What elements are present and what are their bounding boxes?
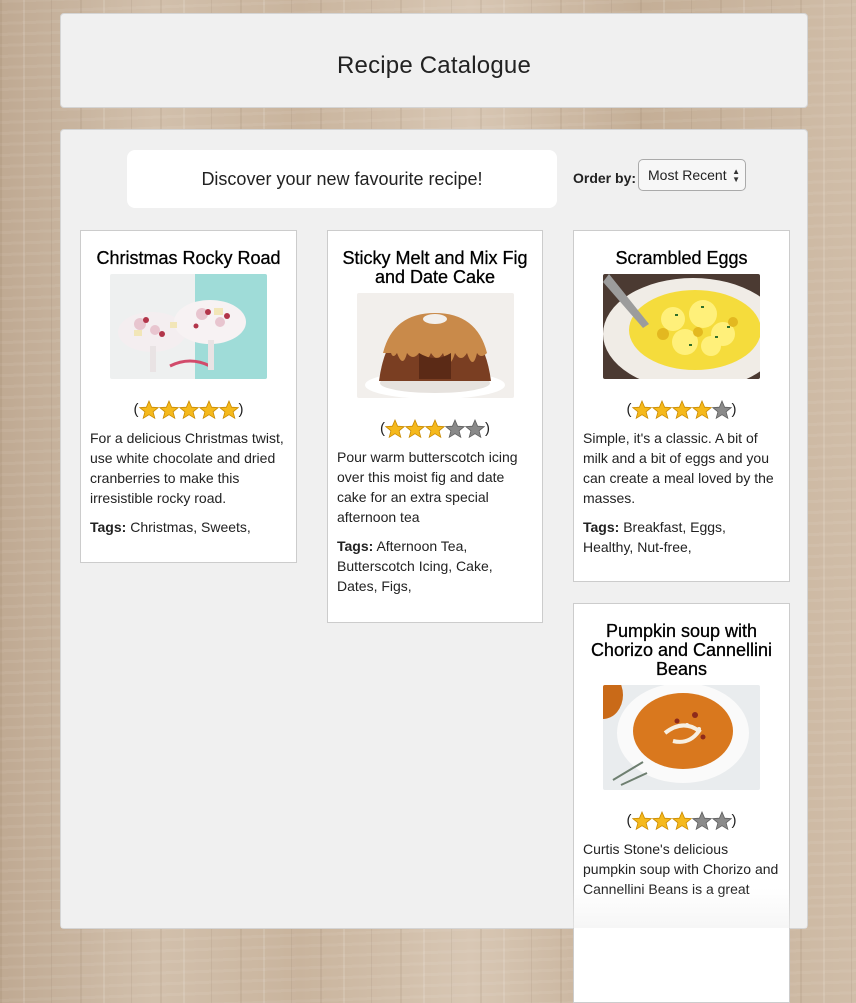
gold-star-icon [198,399,219,419]
header-panel: Recipe Catalogue [60,13,808,108]
recipe-tags: Tags: Breakfast, Eggs, Healthy, Nut-free… [583,517,780,557]
recipe-tags: Tags: Afternoon Tea, Butterscotch Icing,… [337,536,533,596]
gold-star-icon [671,810,692,830]
gold-star-icon [651,810,672,830]
gold-star-icon [671,399,692,419]
recipe-card[interactable]: Sticky Melt and Mix Fig and Date Cake ()… [327,230,543,623]
order-by-select[interactable]: Most Recent ▲ ▼ [638,159,746,191]
gold-star-icon [405,418,425,438]
grey-star-icon [691,810,712,830]
order-by-label: Order by: [573,170,637,186]
tags-label: Tags: [337,538,374,554]
gold-star-icon [651,399,672,419]
gold-star-icon [138,399,159,419]
gold-star-icon [218,399,239,419]
gold-star-icon [158,399,179,419]
tags-label: Tags: [583,519,620,535]
recipe-card[interactable]: Pumpkin soup with Chorizo and Cannellini… [573,603,790,1003]
recipe-title[interactable]: Christmas Rocky Road [90,248,287,268]
star-rating: () [583,810,780,831]
gold-star-icon [691,399,712,419]
recipe-description: For a delicious Christmas twist, use whi… [90,430,284,506]
star-rating: () [583,399,780,420]
recipe-image-rocky-road[interactable] [110,274,267,379]
grey-star-icon [465,418,485,438]
main-panel: Discover your new favourite recipe! Orde… [60,129,808,1003]
rating-close-paren: ) [238,401,244,418]
recipe-title[interactable]: Sticky Melt and Mix Fig and Date Cake [337,248,533,287]
recipe-image-fig-date-cake[interactable] [356,293,514,398]
recipe-image-pumpkin-soup[interactable] [603,685,760,790]
recipe-title[interactable]: Pumpkin soup with Chorizo and Cannellini… [583,621,780,679]
rating-close-paren: ) [731,812,737,829]
gold-star-icon [425,418,445,438]
tags-label: Tags: [90,519,127,535]
grey-star-icon [711,399,732,419]
recipe-tags: Tags: Christmas, Sweets, [90,517,287,537]
bottom-fade [61,888,807,928]
star-rating: () [90,399,287,420]
tags-list: Christmas, Sweets, [130,519,251,535]
recipe-description: Pour warm butterscotch icing over this m… [337,449,518,525]
recipe-card[interactable]: Christmas Rocky Road () For a delicious … [80,230,297,563]
up-down-arrows-icon: ▲ ▼ [732,167,740,184]
grey-star-icon [445,418,465,438]
recipe-title[interactable]: Scrambled Eggs [583,248,780,268]
recipe-description: Simple, it's a classic. A bit of milk an… [583,430,774,506]
gold-star-icon [631,399,652,419]
star-rating: () [337,418,533,439]
banner: Discover your new favourite recipe! [127,150,557,208]
rating-close-paren: ) [485,420,490,437]
grey-star-icon [711,810,732,830]
gold-star-icon [631,810,652,830]
gold-star-icon [178,399,199,419]
rating-close-paren: ) [731,401,737,418]
recipe-card[interactable]: Scrambled Eggs () Simple, it's a classic… [573,230,790,582]
page-title: Recipe Catalogue [337,52,531,79]
recipe-image-scrambled-eggs[interactable] [603,274,760,379]
gold-star-icon [385,418,405,438]
order-by-selected: Most Recent [648,167,727,183]
